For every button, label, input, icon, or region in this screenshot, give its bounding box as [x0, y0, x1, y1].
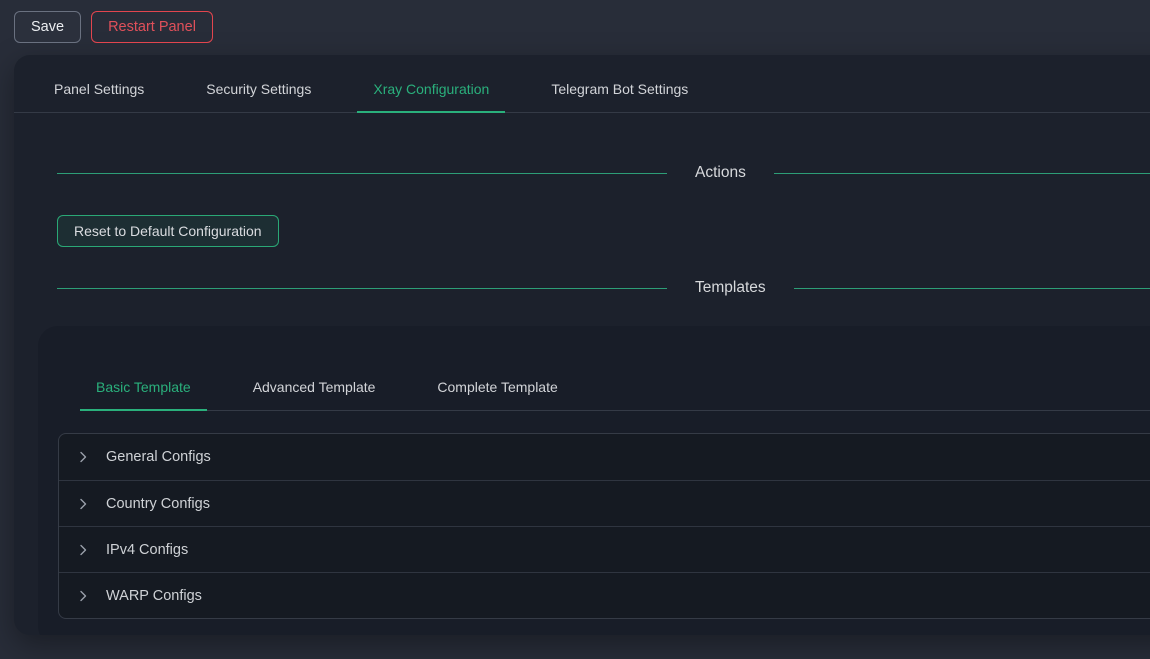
actions-divider-title: Actions	[695, 164, 746, 182]
actions-divider: Actions	[57, 164, 1150, 182]
collapse-label: WARP Configs	[106, 588, 202, 604]
tab-xray-configuration[interactable]: Xray Configuration	[357, 81, 505, 112]
collapse-general-configs[interactable]: General Configs	[59, 434, 1150, 480]
templates-divider-title: Templates	[695, 279, 766, 297]
divider-line	[794, 288, 1150, 289]
restart-panel-button[interactable]: Restart Panel	[91, 11, 213, 43]
reset-default-configuration-button[interactable]: Reset to Default Configuration	[57, 215, 279, 247]
chevron-right-icon	[76, 589, 90, 603]
divider-line	[57, 288, 667, 289]
collapse-label: Country Configs	[106, 496, 210, 512]
tab-advanced-template[interactable]: Advanced Template	[237, 379, 392, 410]
chevron-right-icon	[76, 543, 90, 557]
divider-line	[774, 173, 1150, 174]
tab-telegram-bot-settings[interactable]: Telegram Bot Settings	[535, 81, 704, 112]
tab-complete-template[interactable]: Complete Template	[421, 379, 573, 410]
topbar: Save Restart Panel	[0, 0, 1150, 46]
template-tab-bar: Basic Template Advanced Template Complet…	[80, 326, 1150, 411]
tab-security-settings[interactable]: Security Settings	[190, 81, 327, 112]
collapse-country-configs[interactable]: Country Configs	[59, 480, 1150, 526]
templates-card: Basic Template Advanced Template Complet…	[38, 326, 1150, 635]
settings-tab-bar: Panel Settings Security Settings Xray Co…	[14, 55, 1150, 113]
chevron-right-icon	[76, 497, 90, 511]
templates-divider: Templates	[57, 279, 1150, 297]
collapse-ipv4-configs[interactable]: IPv4 Configs	[59, 526, 1150, 572]
settings-card: Panel Settings Security Settings Xray Co…	[14, 55, 1150, 635]
collapse-label: General Configs	[106, 449, 211, 465]
collapse-warp-configs[interactable]: WARP Configs	[59, 572, 1150, 618]
tab-basic-template[interactable]: Basic Template	[80, 379, 207, 410]
config-collapse-list: General Configs Country Configs IPv4 Con…	[58, 433, 1150, 619]
save-button[interactable]: Save	[14, 11, 81, 43]
chevron-right-icon	[76, 450, 90, 464]
divider-line	[57, 173, 667, 174]
tab-panel-settings[interactable]: Panel Settings	[38, 81, 160, 112]
collapse-label: IPv4 Configs	[106, 542, 188, 558]
